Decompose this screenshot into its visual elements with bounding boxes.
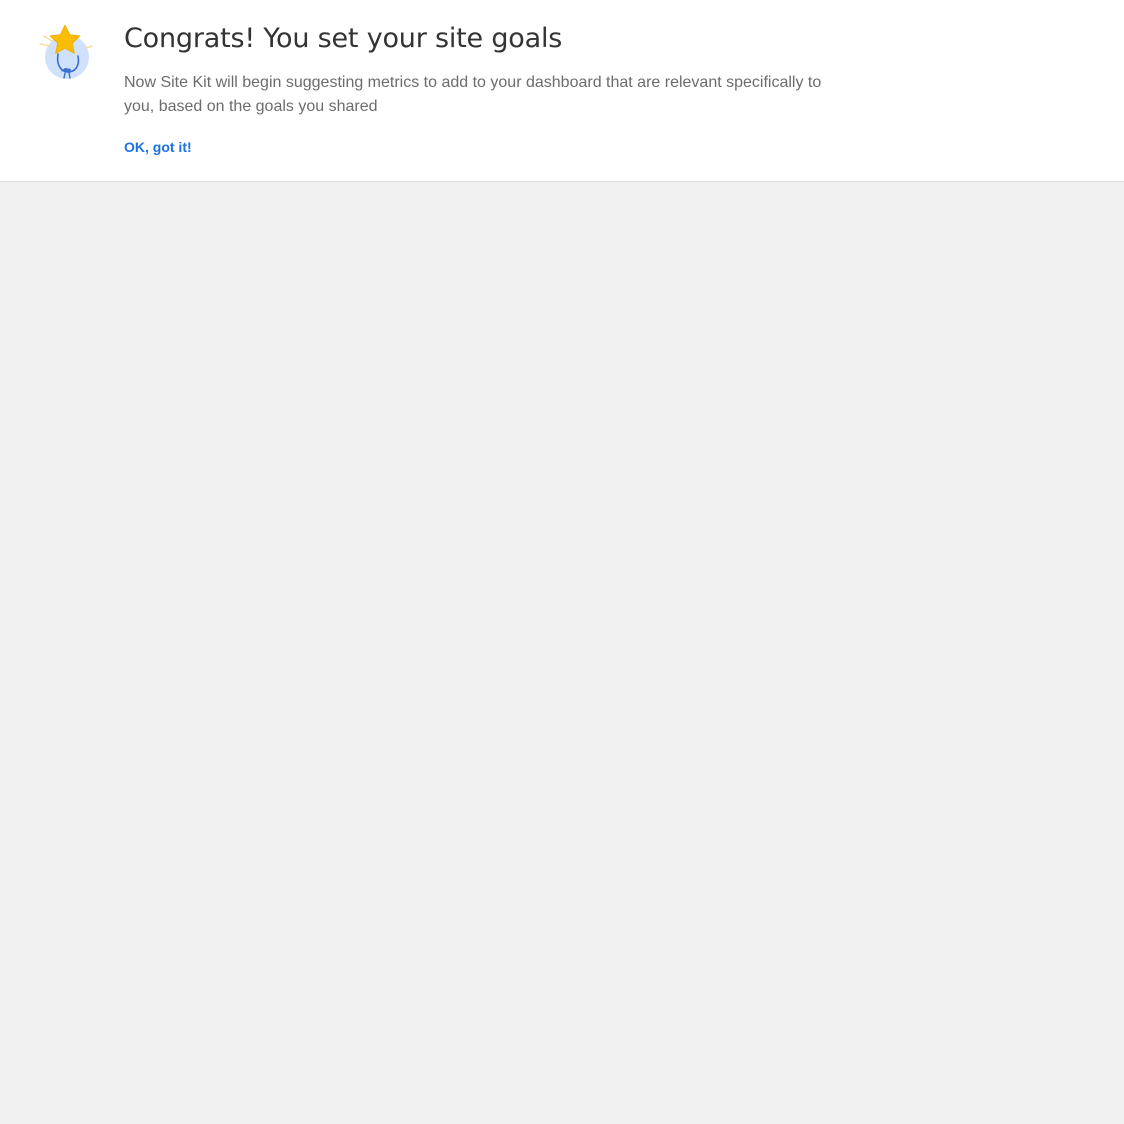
dashboard-area: [0, 182, 1124, 1124]
setup-success-notice: Congrats! You set your site goals Now Si…: [0, 0, 1124, 182]
notice-title: Congrats! You set your site goals: [124, 23, 563, 54]
notice-description: Now Site Kit will begin suggesting metri…: [124, 74, 822, 115]
celebration-star-icon: [34, 22, 96, 82]
ok-got-it-button[interactable]: OK, got it!: [124, 136, 192, 158]
